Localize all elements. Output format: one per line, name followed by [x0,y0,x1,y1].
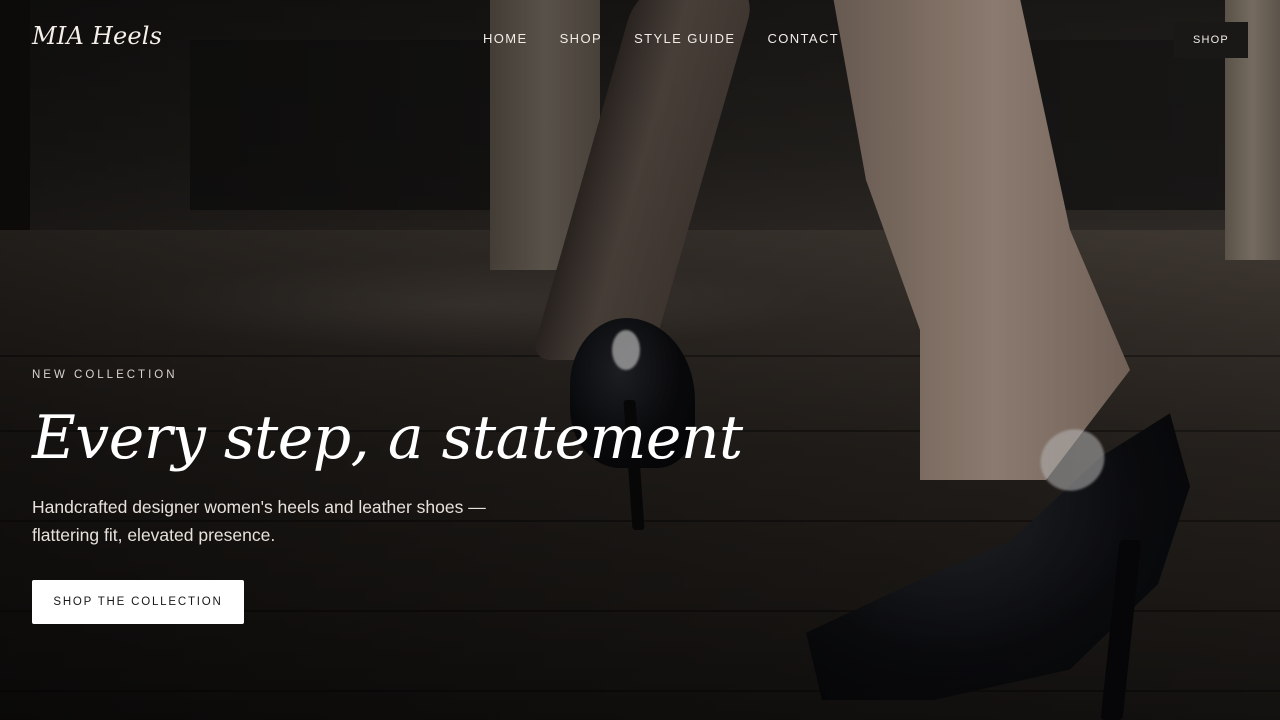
shop-collection-button[interactable]: SHOP THE COLLECTION [32,580,244,624]
hero-eyebrow: NEW COLLECTION [32,369,178,381]
nav-link-home[interactable]: HOME [483,31,528,46]
header-shop-button[interactable]: SHOP [1174,22,1248,58]
hero-subheadline: Handcrafted designer women's heels and l… [32,497,486,545]
hero-headline: Every step, a statement [32,403,743,473]
site-header: MIA Heels HOME SHOP STYLE GUIDE CONTACT … [0,0,1280,80]
main-nav: HOME SHOP STYLE GUIDE CONTACT [483,31,839,46]
nav-link-shop[interactable]: SHOP [560,31,602,46]
nav-link-contact[interactable]: CONTACT [767,31,839,46]
nav-link-style-guide[interactable]: STYLE GUIDE [634,31,735,46]
brand-logo[interactable]: MIA Heels [32,22,162,50]
